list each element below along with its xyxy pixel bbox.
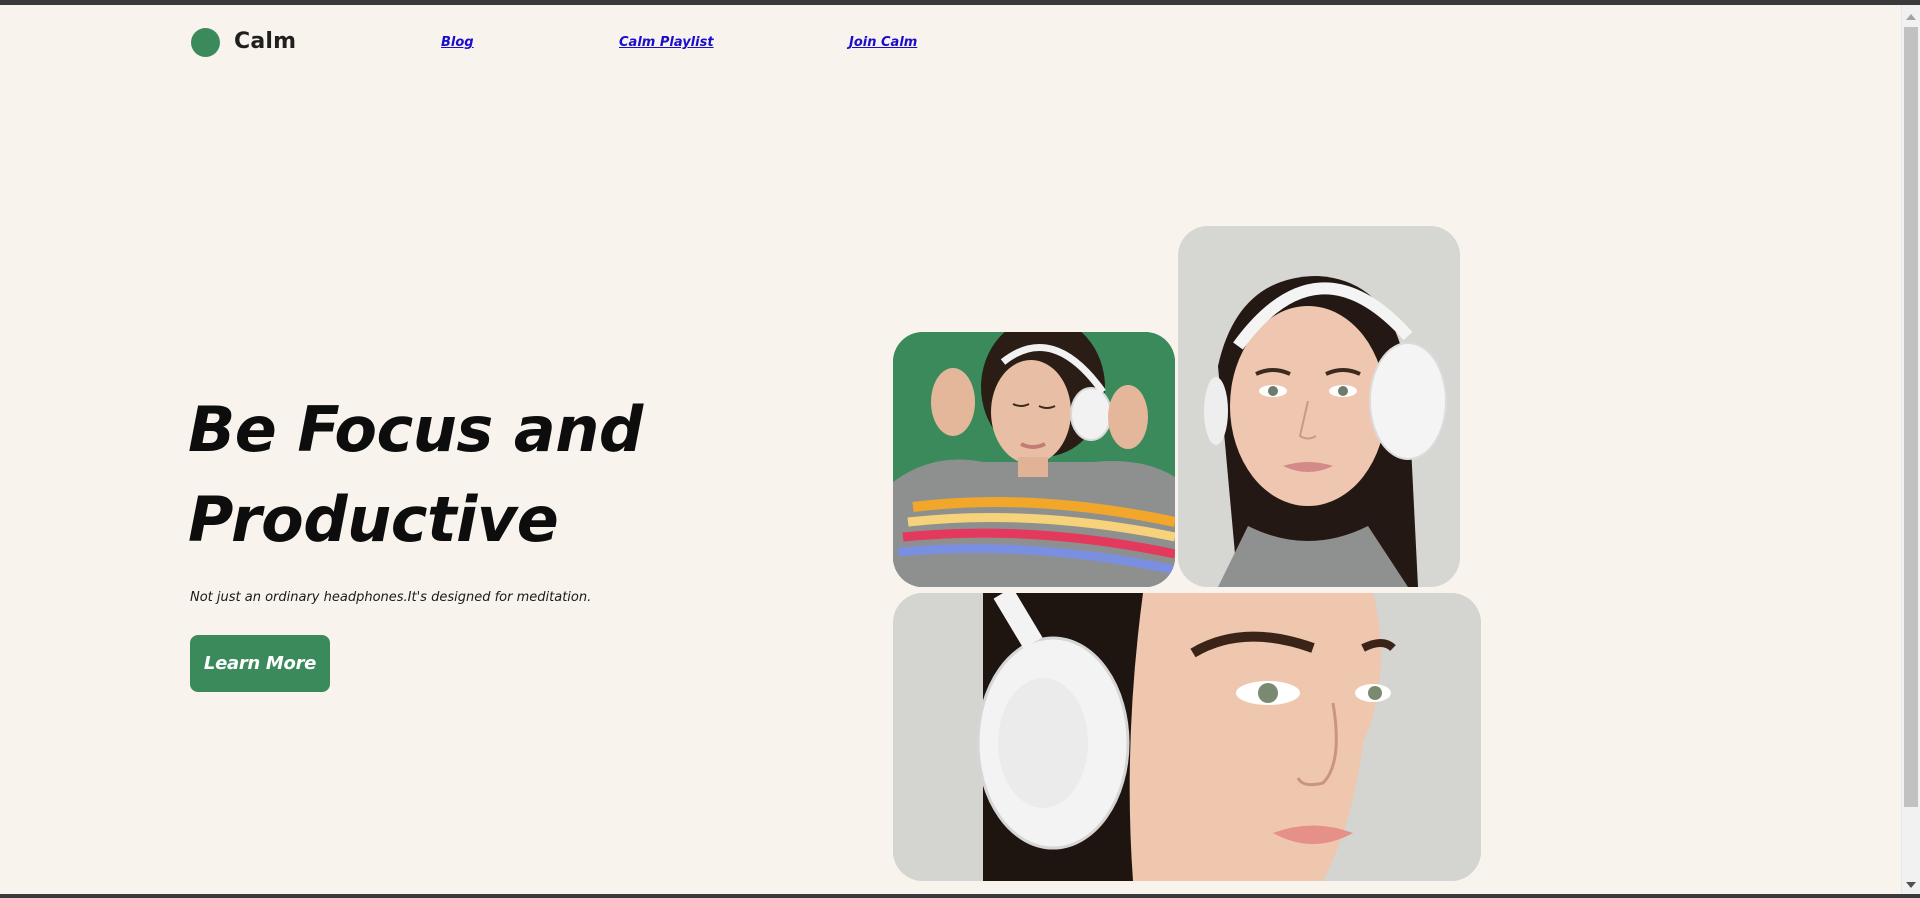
nav-link-join-calm[interactable]: Join Calm bbox=[849, 35, 917, 50]
hero-photo-green bbox=[893, 332, 1175, 587]
hero-photo-portrait bbox=[1178, 226, 1460, 587]
page-viewport: Calm Blog Calm Playlist Join Calm Be Foc… bbox=[0, 5, 1901, 894]
hero-title-line-2: Productive bbox=[188, 483, 559, 556]
nav-link-blog[interactable]: Blog bbox=[441, 35, 474, 50]
hero-title-line-1: Be Focus and bbox=[188, 393, 643, 466]
logo-icon[interactable] bbox=[191, 28, 220, 57]
window-bottom-border bbox=[0, 894, 1920, 898]
learn-more-button[interactable]: Learn More bbox=[190, 635, 330, 692]
scroll-down-arrow-icon[interactable] bbox=[1906, 882, 1916, 888]
hero-title: Be Focus and Productive bbox=[188, 385, 748, 565]
scroll-up-arrow-icon[interactable] bbox=[1906, 14, 1916, 20]
hero-subtitle: Not just an ordinary headphones.It's des… bbox=[190, 590, 592, 605]
vertical-scrollbar[interactable] bbox=[1901, 5, 1920, 894]
nav-link-calm-playlist[interactable]: Calm Playlist bbox=[619, 35, 714, 50]
brand-name[interactable]: Calm bbox=[234, 29, 296, 54]
scrollbar-thumb[interactable] bbox=[1904, 27, 1918, 807]
hero-photo-closeup bbox=[893, 593, 1481, 881]
